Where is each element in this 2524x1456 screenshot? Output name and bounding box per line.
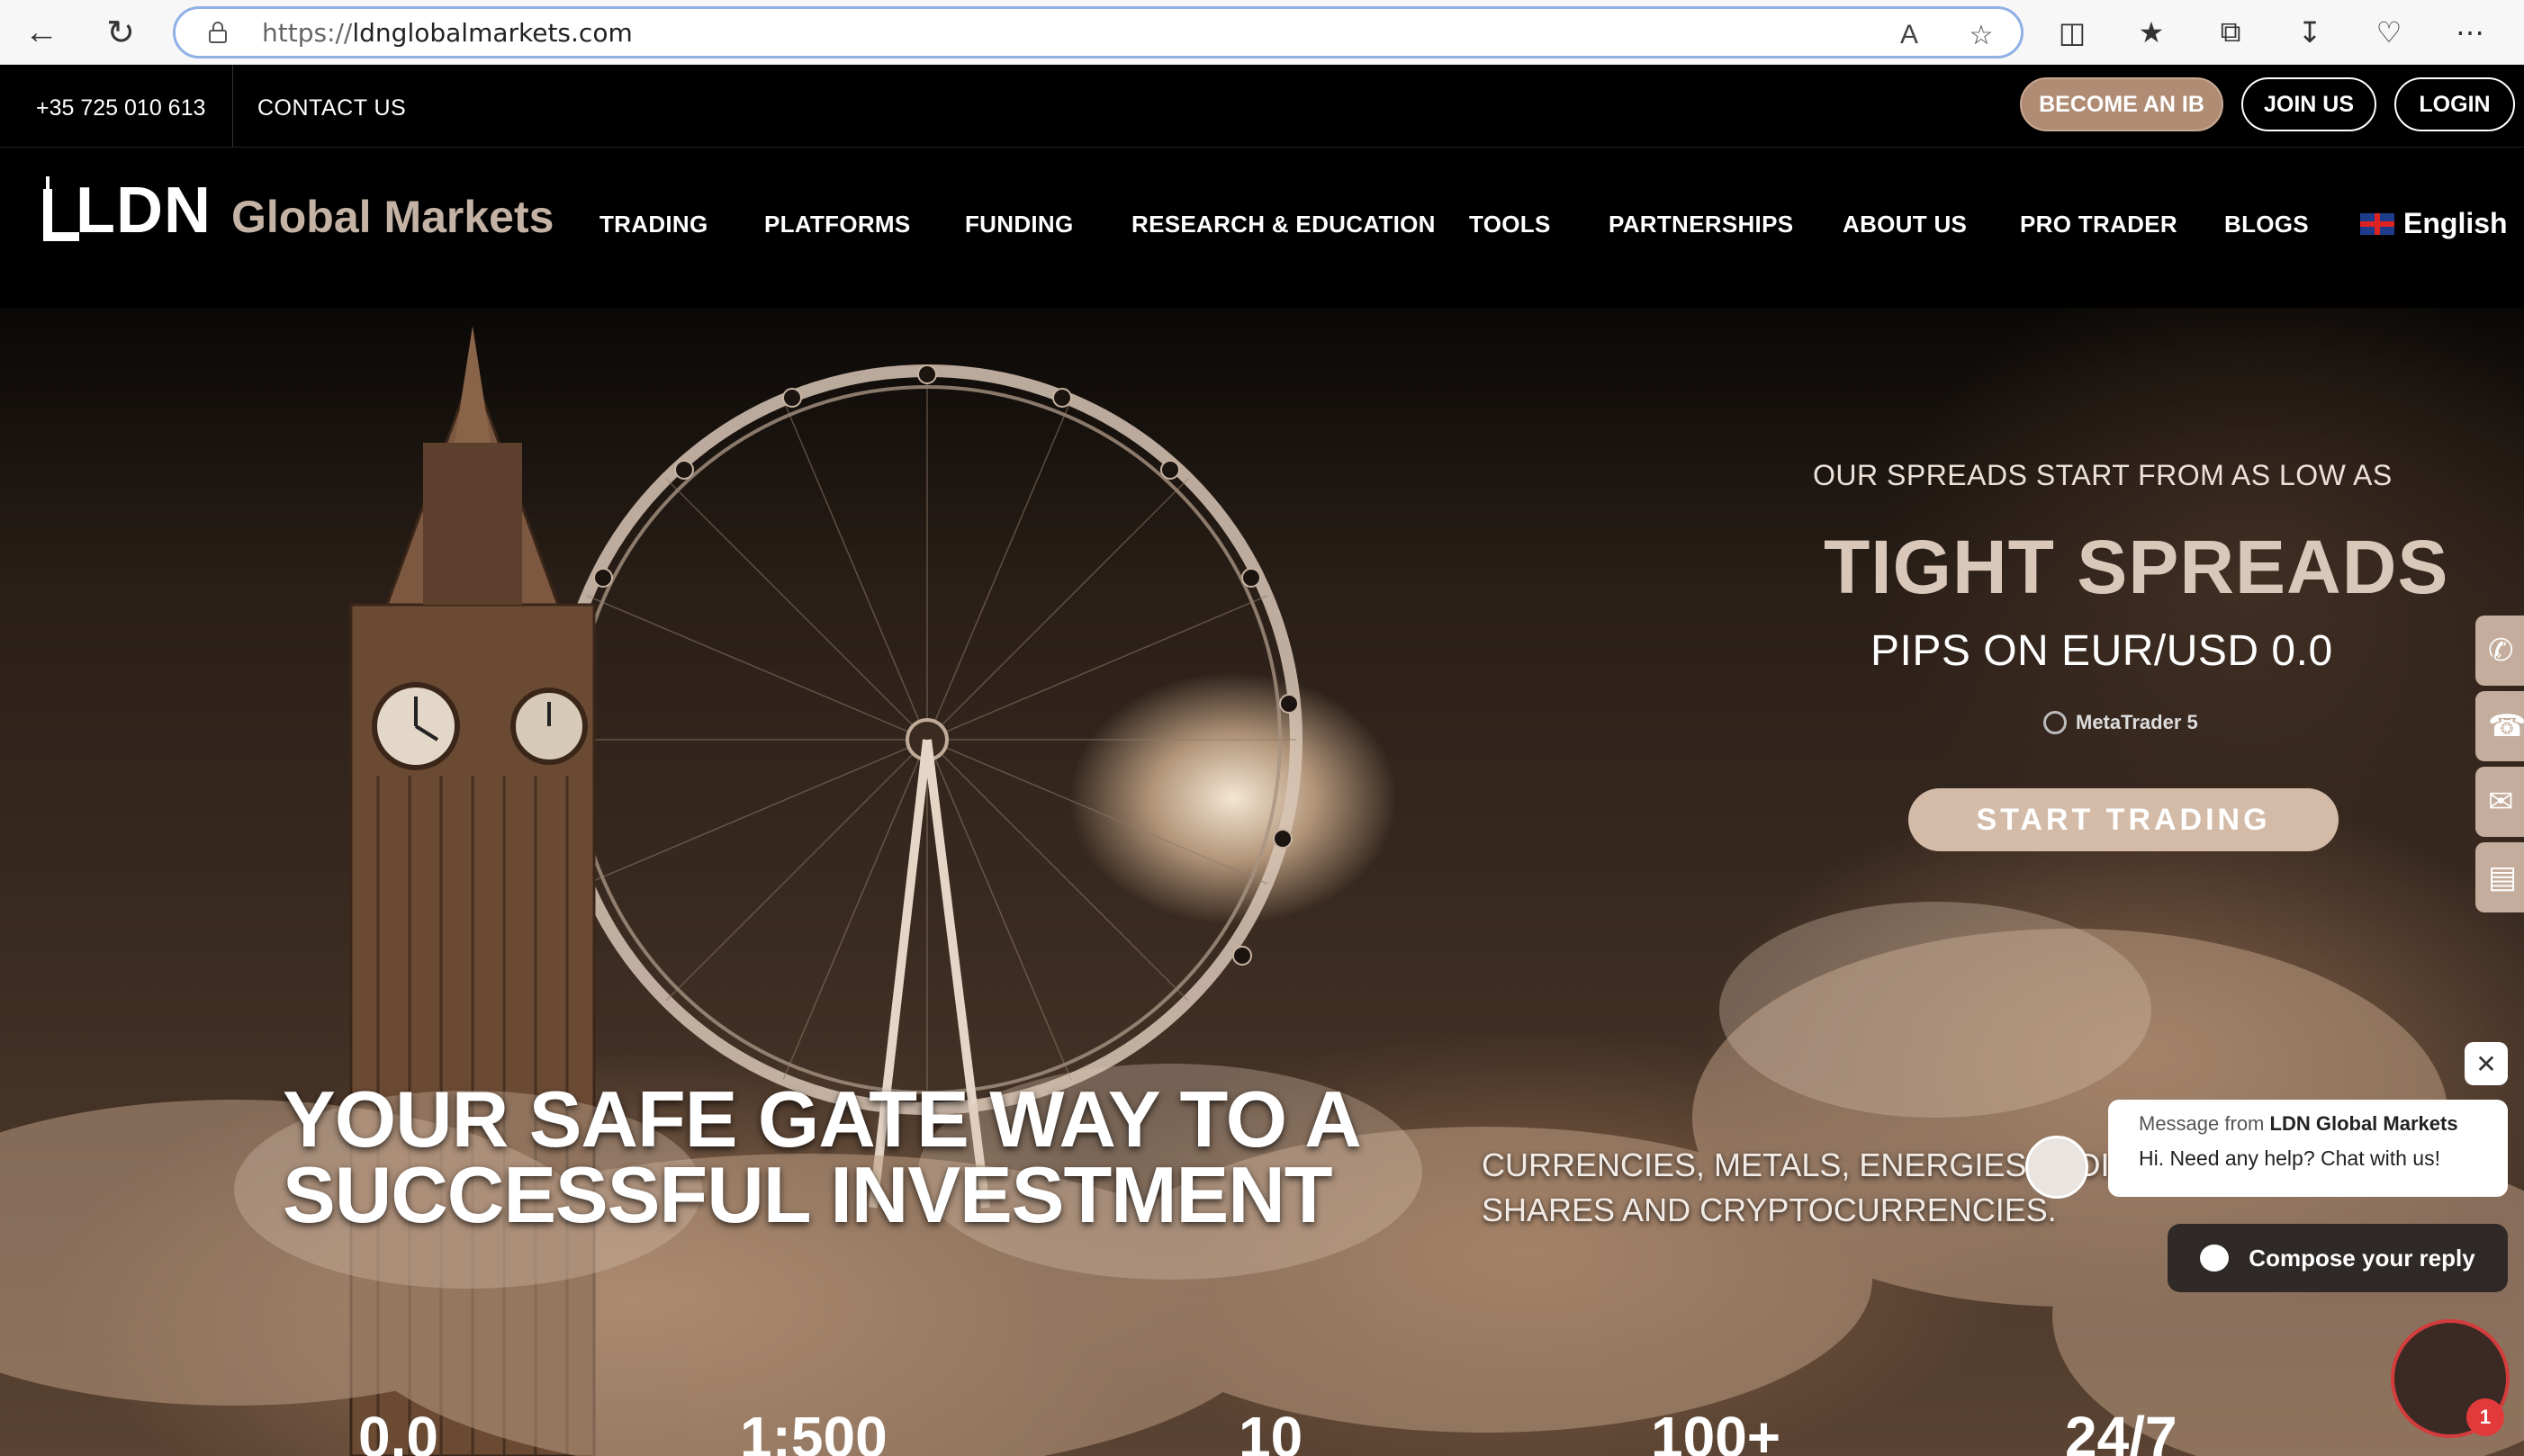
whatsapp-button[interactable]: ✆ (2475, 616, 2524, 686)
nav-tools[interactable]: TOOLS (1469, 211, 1551, 238)
pips-text: PIPS ON EUR/USD 0.0 (1870, 627, 2333, 675)
nav-platforms[interactable]: PLATFORMS (764, 211, 911, 238)
unread-badge: 1 (2466, 1398, 2504, 1436)
chat-sender: Message from LDN Global Markets (2139, 1112, 2458, 1135)
browser-toolbar: ← ↻ https://ldnglobalmarkets.com A ☆ ◫ ★… (0, 0, 2524, 65)
chat-close-button[interactable]: ✕ (2465, 1042, 2508, 1085)
chat-message-bubble[interactable]: Message from LDN Global Markets Hi. Need… (2108, 1100, 2508, 1197)
join-us-button[interactable]: JOIN US (2241, 77, 2376, 131)
tight-spreads-heading: TIGHT SPREADS (1824, 525, 2449, 609)
stat-support: 24/7 (2065, 1405, 2177, 1456)
chat-agent-avatar (2025, 1136, 2088, 1199)
speech-bubble-icon (2200, 1245, 2230, 1272)
back-icon[interactable]: ← (20, 11, 63, 54)
mail-button[interactable]: ✉ (2475, 767, 2524, 837)
chat-message-text: Hi. Need any help? Chat with us! (2139, 1146, 2440, 1170)
whatsapp-icon: ✆ (2488, 634, 2514, 668)
nav-about-us[interactable]: ABOUT US (1843, 211, 1967, 238)
stat-ten: 10 (1239, 1405, 1303, 1456)
nav-funding[interactable]: FUNDING (965, 211, 1074, 238)
live-chat-side-button[interactable]: ▤ (2475, 842, 2524, 912)
phone-button[interactable]: ☎ (2475, 691, 2524, 761)
main-navigation: LDN Global Markets TRADING PLATFORMS FUN… (0, 148, 2524, 308)
metatrader-icon (2043, 711, 2067, 734)
more-menu-icon[interactable]: ⋯ (2450, 13, 2490, 52)
site-logo[interactable]: LDN Global Markets (38, 171, 554, 243)
language-label: English (2403, 207, 2508, 239)
become-ib-button[interactable]: BECOME AN IB (2020, 77, 2223, 131)
phone-number[interactable]: +35 725 010 613 (36, 95, 205, 121)
stat-instruments: 100+ (1651, 1405, 1781, 1456)
address-bar[interactable]: https://ldnglobalmarkets.com A ☆ (173, 6, 2024, 58)
url-text: https://ldnglobalmarkets.com (262, 18, 633, 48)
nav-trading[interactable]: TRADING (599, 211, 708, 238)
favorites-icon[interactable]: ★ (2132, 13, 2171, 52)
stat-spread: 0.0 (358, 1405, 438, 1456)
compose-reply-button[interactable]: Compose your reply (2168, 1224, 2508, 1292)
browser-essentials-icon[interactable]: ♡ (2369, 13, 2409, 52)
language-selector[interactable]: English (2360, 207, 2508, 240)
logo-global-markets: Global Markets (230, 192, 554, 242)
downloads-icon[interactable]: ↧ (2290, 13, 2330, 52)
headline-line-2: SUCCESSFUL INVESTMENT (283, 1150, 1332, 1239)
mail-icon: ✉ (2488, 785, 2514, 819)
metatrader-badge: MetaTrader 5 (2043, 711, 2198, 734)
divider (232, 65, 233, 148)
logo-tower-icon (43, 176, 79, 241)
nav-blogs[interactable]: BLOGS (2224, 211, 2309, 238)
nav-research-education[interactable]: RESEARCH & EDUCATION (1131, 211, 1436, 238)
hero-banner: OUR SPREADS START FROM AS LOW AS TIGHT S… (0, 308, 2524, 1456)
contact-us-link[interactable]: CONTACT US (257, 95, 406, 121)
uk-flag-icon (2360, 212, 2394, 235)
collections-icon[interactable]: ⧉ (2211, 13, 2250, 52)
read-aloud-icon[interactable]: A (1893, 19, 1925, 51)
site-top-bar: +35 725 010 613 CONTACT US BECOME AN IB … (0, 65, 2524, 148)
lock-icon (209, 22, 227, 43)
chat-icon: ▤ (2488, 860, 2518, 894)
nav-partnerships[interactable]: PARTNERSHIPS (1609, 211, 1793, 238)
headline-line-1: YOUR SAFE GATE WAY TO A (283, 1074, 1362, 1164)
stat-leverage: 1:500 (740, 1405, 888, 1456)
login-button[interactable]: LOGIN (2394, 77, 2515, 131)
nav-pro-trader[interactable]: PRO TRADER (2020, 211, 2177, 238)
hero-headline: YOUR SAFE GATE WAY TO A SUCCESSFUL INVES… (283, 1074, 1362, 1239)
metatrader-label: MetaTrader 5 (2076, 711, 2198, 733)
chat-launcher-button[interactable]: 1 (2391, 1319, 2510, 1438)
refresh-icon[interactable]: ↻ (99, 11, 142, 54)
compose-reply-label: Compose your reply (2249, 1244, 2475, 1272)
spreads-intro-text: OUR SPREADS START FROM AS LOW AS (1813, 459, 2393, 491)
start-trading-button[interactable]: START TRADING (1908, 788, 2339, 851)
logo-ldn: LDN (76, 175, 212, 247)
close-icon: ✕ (2475, 1049, 2497, 1078)
subline-line-2: SHARES AND CRYPTOCURRENCIES. (1482, 1191, 2057, 1228)
split-screen-icon[interactable]: ◫ (2052, 13, 2092, 52)
phone-icon: ☎ (2488, 709, 2524, 743)
favorite-star-icon[interactable]: ☆ (1965, 19, 1997, 51)
